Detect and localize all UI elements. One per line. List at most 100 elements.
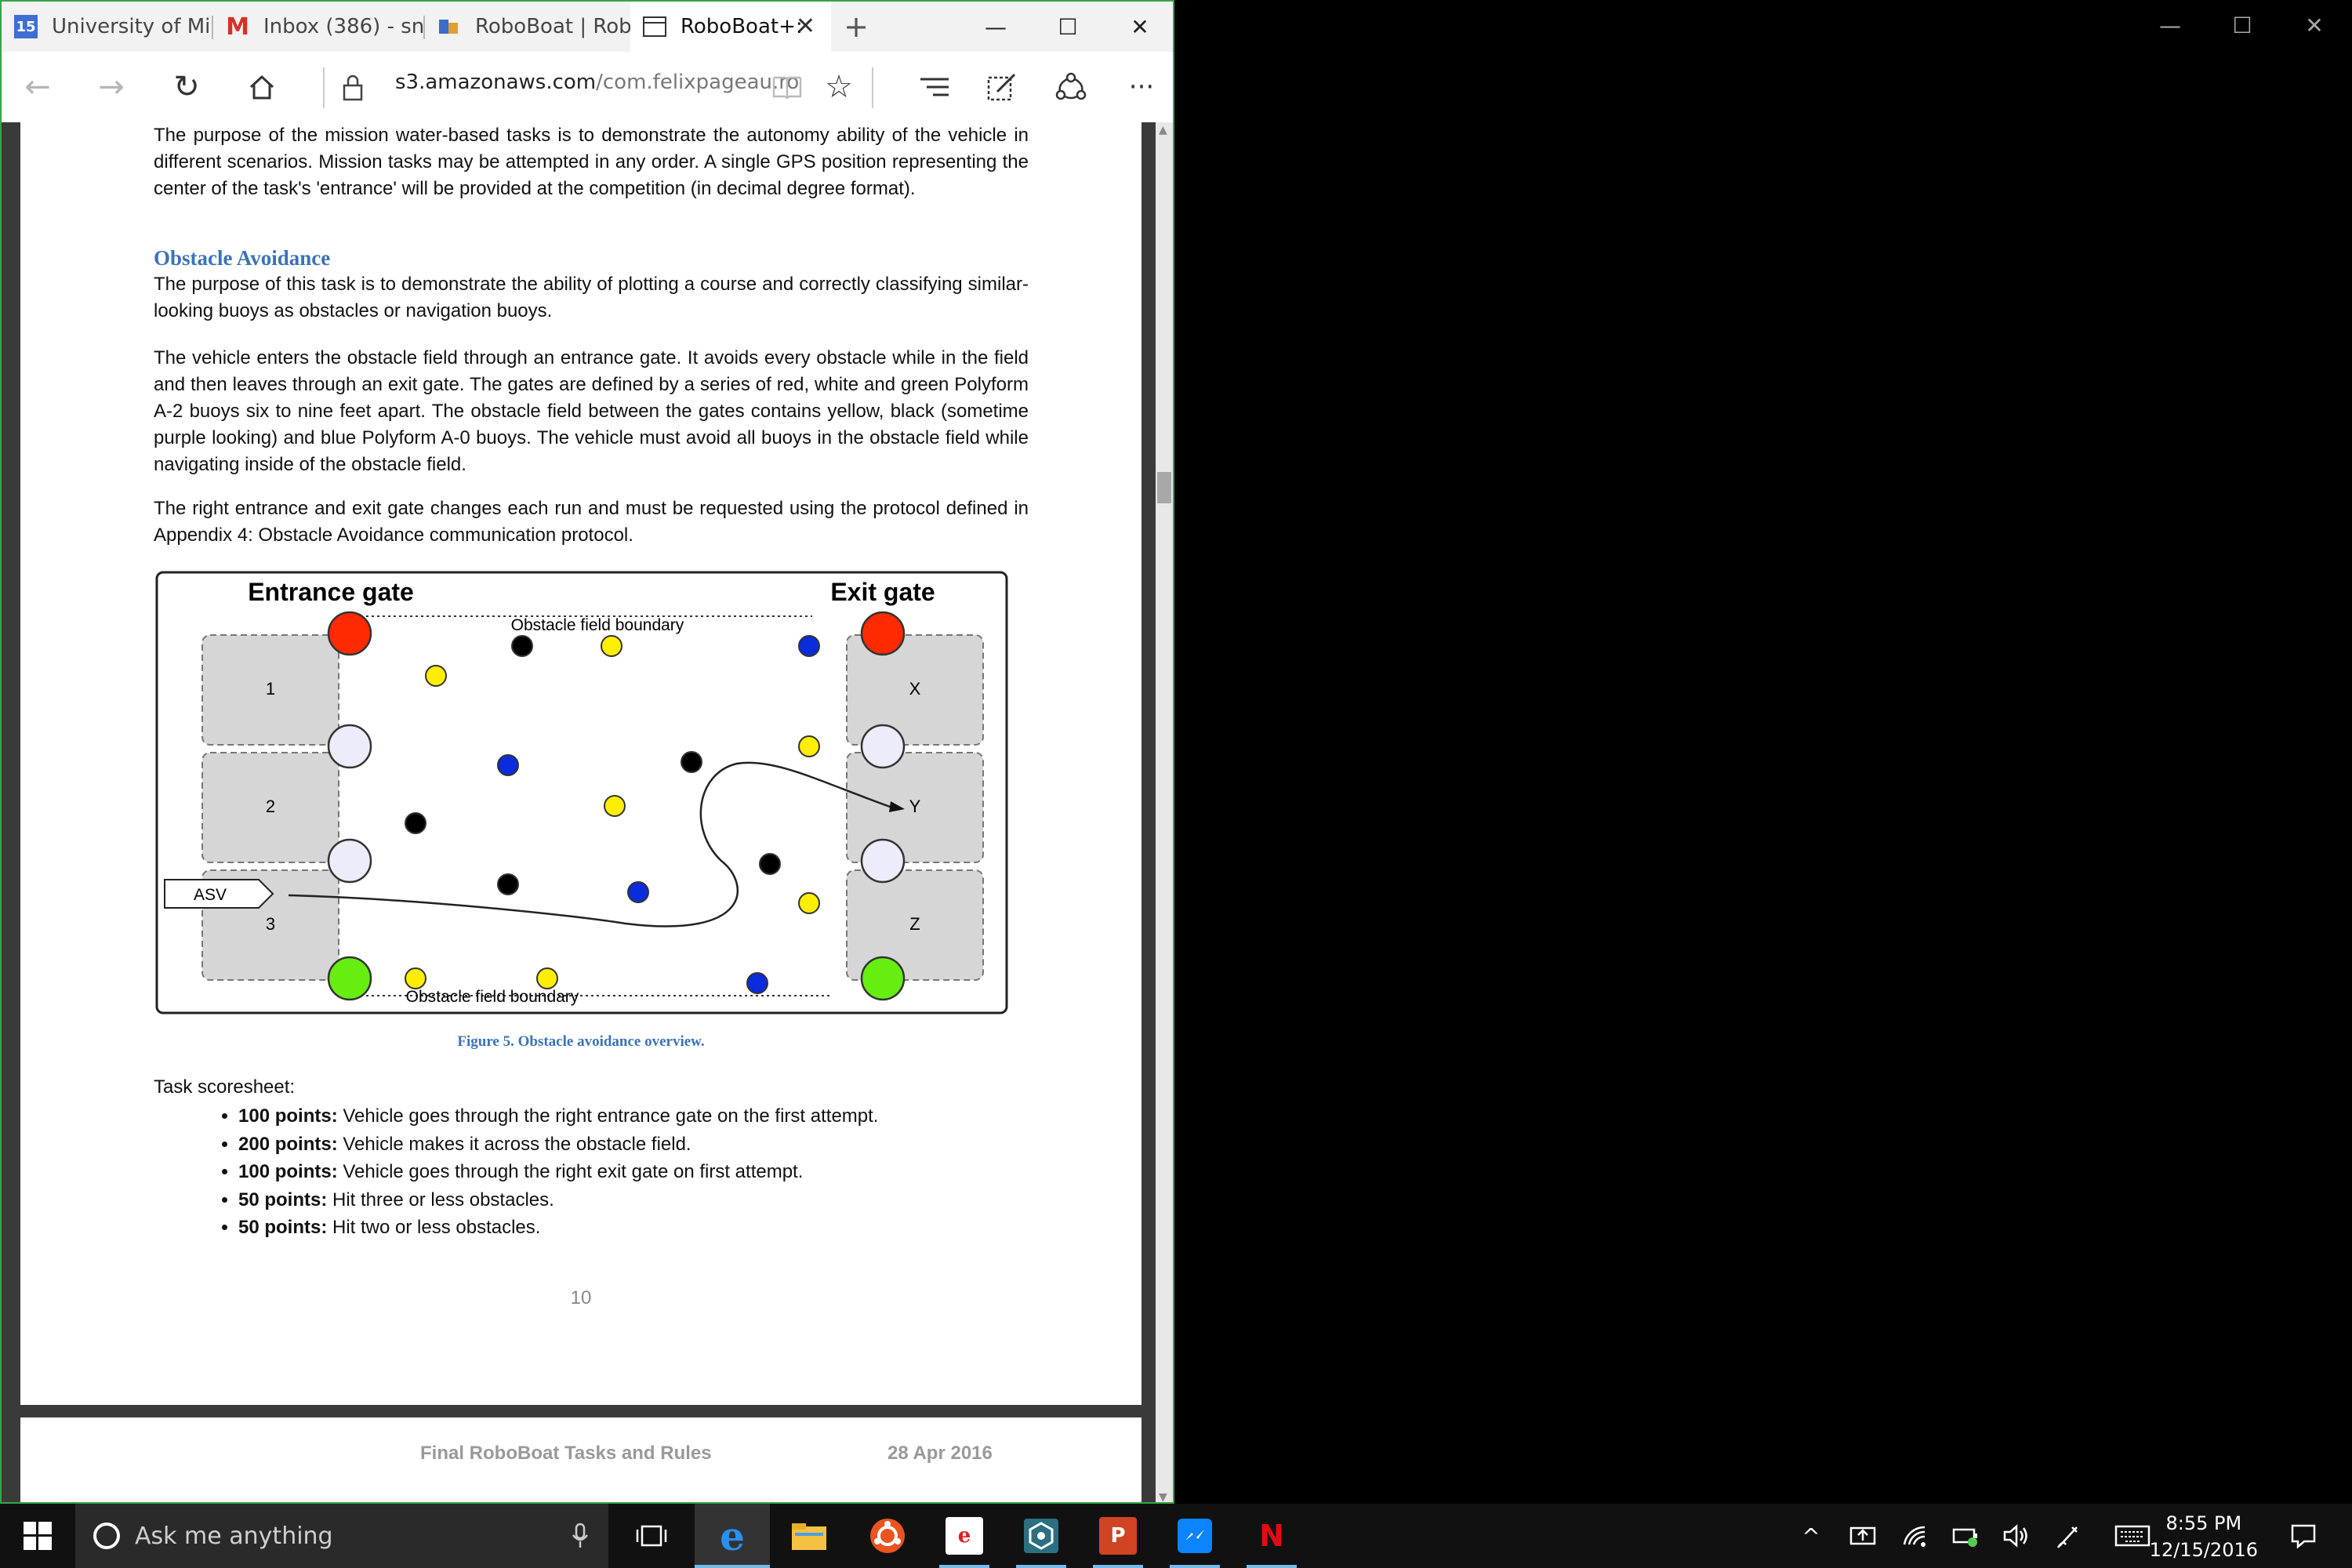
- score-item: 50 points: Hit three or less obstacles.: [238, 1189, 878, 1218]
- clock-date: 12/15/2016: [2149, 1539, 2258, 1561]
- asv-label: ASV: [194, 886, 227, 904]
- share-icon[interactable]: [1047, 66, 1094, 108]
- footer-date: 28 Apr 2016: [887, 1443, 993, 1464]
- lock-icon: [329, 66, 376, 108]
- scoresheet-title: Task scoresheet:: [154, 1076, 296, 1098]
- pdf-viewer[interactable]: The purpose of the mission water-based t…: [2, 122, 1162, 1502]
- search-placeholder: Ask me anything: [135, 1522, 333, 1550]
- boundary-bottom-label: Obstacle field boundary: [406, 988, 579, 1006]
- tab-bar: 15 University of Mi M Inbox (386) - sn R…: [2, 2, 1173, 52]
- url-domain: s3.amazonaws.com: [395, 71, 597, 94]
- page-icon: [643, 15, 666, 38]
- maximize-button[interactable]: ☐: [1032, 2, 1104, 52]
- score-list: 100 points: Vehicle goes through the rig…: [154, 1105, 878, 1245]
- entrance-slot-2-label: 2: [266, 797, 275, 816]
- home-icon[interactable]: [238, 66, 285, 108]
- settings-app-icon[interactable]: [1004, 1504, 1079, 1568]
- volume-icon[interactable]: [1998, 1504, 2035, 1568]
- forward-arrow-icon[interactable]: →: [88, 66, 135, 108]
- score-item: 100 points: Vehicle goes through the rig…: [238, 1105, 878, 1134]
- exit-slot-z-label: Z: [909, 914, 920, 934]
- right-app-close-button[interactable]: ✕: [2278, 0, 2350, 50]
- footer-title: Final RoboBoat Tasks and Rules: [420, 1443, 712, 1464]
- yellow-buoy: [604, 795, 626, 817]
- refresh-icon[interactable]: ↻: [163, 66, 210, 108]
- blue-buoy: [497, 754, 519, 776]
- messenger-icon[interactable]: [1157, 1504, 1232, 1568]
- right-app-minimize-button[interactable]: —: [2134, 0, 2206, 50]
- page-number: 10: [570, 1287, 592, 1308]
- reading-view-icon[interactable]: [764, 66, 811, 108]
- exit-slot-y-label: Y: [909, 797, 921, 816]
- white-buoy: [327, 724, 372, 769]
- tab-label: Inbox (386) - sn: [263, 15, 425, 38]
- tab-roboboat[interactable]: RoboBoat | Rob: [425, 2, 630, 52]
- powerpoint-icon[interactable]: P: [1080, 1504, 1156, 1568]
- tab-label: RoboBoat+:: [681, 15, 803, 38]
- web-note-icon[interactable]: [978, 66, 1025, 108]
- tab-roboboat-pdf[interactable]: RoboBoat+: ✕: [630, 2, 831, 52]
- pdf-scrollbar[interactable]: ▲ ▼: [1156, 122, 1173, 1502]
- yellow-buoy: [425, 665, 447, 687]
- blue-buoy: [746, 972, 768, 994]
- windows-start-icon[interactable]: [0, 1504, 75, 1568]
- tab-university[interactable]: 15 University of Mi: [2, 2, 213, 52]
- minimize-button[interactable]: —: [960, 2, 1032, 52]
- score-item: 100 points: Vehicle goes through the rig…: [238, 1161, 878, 1189]
- favorite-star-icon[interactable]: ☆: [815, 66, 862, 108]
- ubuntu-icon[interactable]: [850, 1504, 925, 1568]
- right-app-maximize-button[interactable]: ☐: [2206, 0, 2278, 50]
- paragraph-3: The right entrance and exit gate changes…: [154, 498, 1029, 546]
- hub-icon[interactable]: [911, 66, 958, 108]
- pdf-app-icon[interactable]: e: [927, 1504, 1002, 1568]
- black-buoy: [405, 812, 426, 834]
- netflix-icon[interactable]: N: [1234, 1504, 1309, 1568]
- white-buoy: [327, 838, 372, 884]
- url-field[interactable]: s3.amazonaws.com/com.felixpageau.ro: [395, 71, 799, 94]
- pen-workspace-icon[interactable]: [2049, 1504, 2087, 1568]
- gmail-icon: M: [226, 13, 249, 41]
- yellow-buoy: [405, 967, 426, 989]
- scroll-thumb[interactable]: [1157, 472, 1171, 503]
- entrance-slot-3-label: 3: [266, 914, 275, 934]
- task-view-icon[interactable]: [624, 1504, 679, 1568]
- intro-paragraph: The purpose of the mission water-based t…: [154, 125, 1029, 199]
- action-center-icon[interactable]: [2280, 1504, 2327, 1568]
- green-buoy: [860, 956, 906, 1001]
- roboboat-icon: [437, 15, 461, 38]
- score-item: 50 points: Hit two or less obstacles.: [238, 1217, 878, 1245]
- close-window-button[interactable]: ✕: [1104, 2, 1173, 52]
- file-explorer-icon[interactable]: [771, 1504, 847, 1568]
- wifi-icon[interactable]: [1896, 1504, 1933, 1568]
- entrance-slot-1-label: 1: [266, 679, 275, 699]
- edge-taskbar-icon[interactable]: e: [695, 1504, 770, 1568]
- close-tab-icon[interactable]: ✕: [796, 13, 815, 40]
- cortana-icon: [93, 1523, 120, 1549]
- microphone-icon: [572, 1523, 588, 1548]
- cortana-search-box[interactable]: Ask me anything: [75, 1504, 608, 1568]
- pdf-next-page: Final RoboBoat Tasks and Rules 28 Apr 20…: [20, 1417, 1142, 1502]
- edge-window: 15 University of Mi M Inbox (386) - sn R…: [0, 0, 1174, 1504]
- figure-caption: Figure 5. Obstacle avoidance overview.: [457, 1033, 705, 1050]
- taskbar-clock[interactable]: 8:55 PM 12/15/2016: [2150, 1510, 2258, 1563]
- black-buoy: [497, 873, 519, 895]
- exit-gate-label: Exit gate: [830, 578, 935, 606]
- obstacle-avoidance-figure: 1 2 3 X Y Z Entrance gate Exit gate Obst…: [155, 571, 1008, 1014]
- action-icon[interactable]: [1844, 1504, 1882, 1568]
- score-item: 200 points: Vehicle makes it across the …: [238, 1134, 878, 1162]
- taskbar: Ask me anything e e P N ^ 8:55 PM 12/15/…: [0, 1504, 2352, 1568]
- scroll-down-icon[interactable]: ▼: [1159, 1491, 1167, 1502]
- paragraph-2: The vehicle enters the obstacle field th…: [154, 347, 1029, 475]
- more-icon[interactable]: ···: [1118, 66, 1165, 108]
- show-hidden-icons-chevron-icon[interactable]: ^: [1795, 1504, 1827, 1568]
- yellow-buoy: [601, 635, 622, 657]
- tab-gmail[interactable]: M Inbox (386) - sn: [213, 2, 425, 52]
- yellow-buoy: [536, 967, 558, 989]
- battery-icon[interactable]: [1947, 1504, 1985, 1568]
- back-arrow-icon[interactable]: ←: [14, 66, 61, 108]
- new-tab-button[interactable]: +: [833, 2, 880, 52]
- clock-time: 8:55 PM: [2165, 1512, 2242, 1534]
- blue-buoy: [627, 881, 649, 903]
- scroll-up-icon[interactable]: ▲: [1159, 124, 1167, 136]
- white-buoy: [860, 838, 906, 884]
